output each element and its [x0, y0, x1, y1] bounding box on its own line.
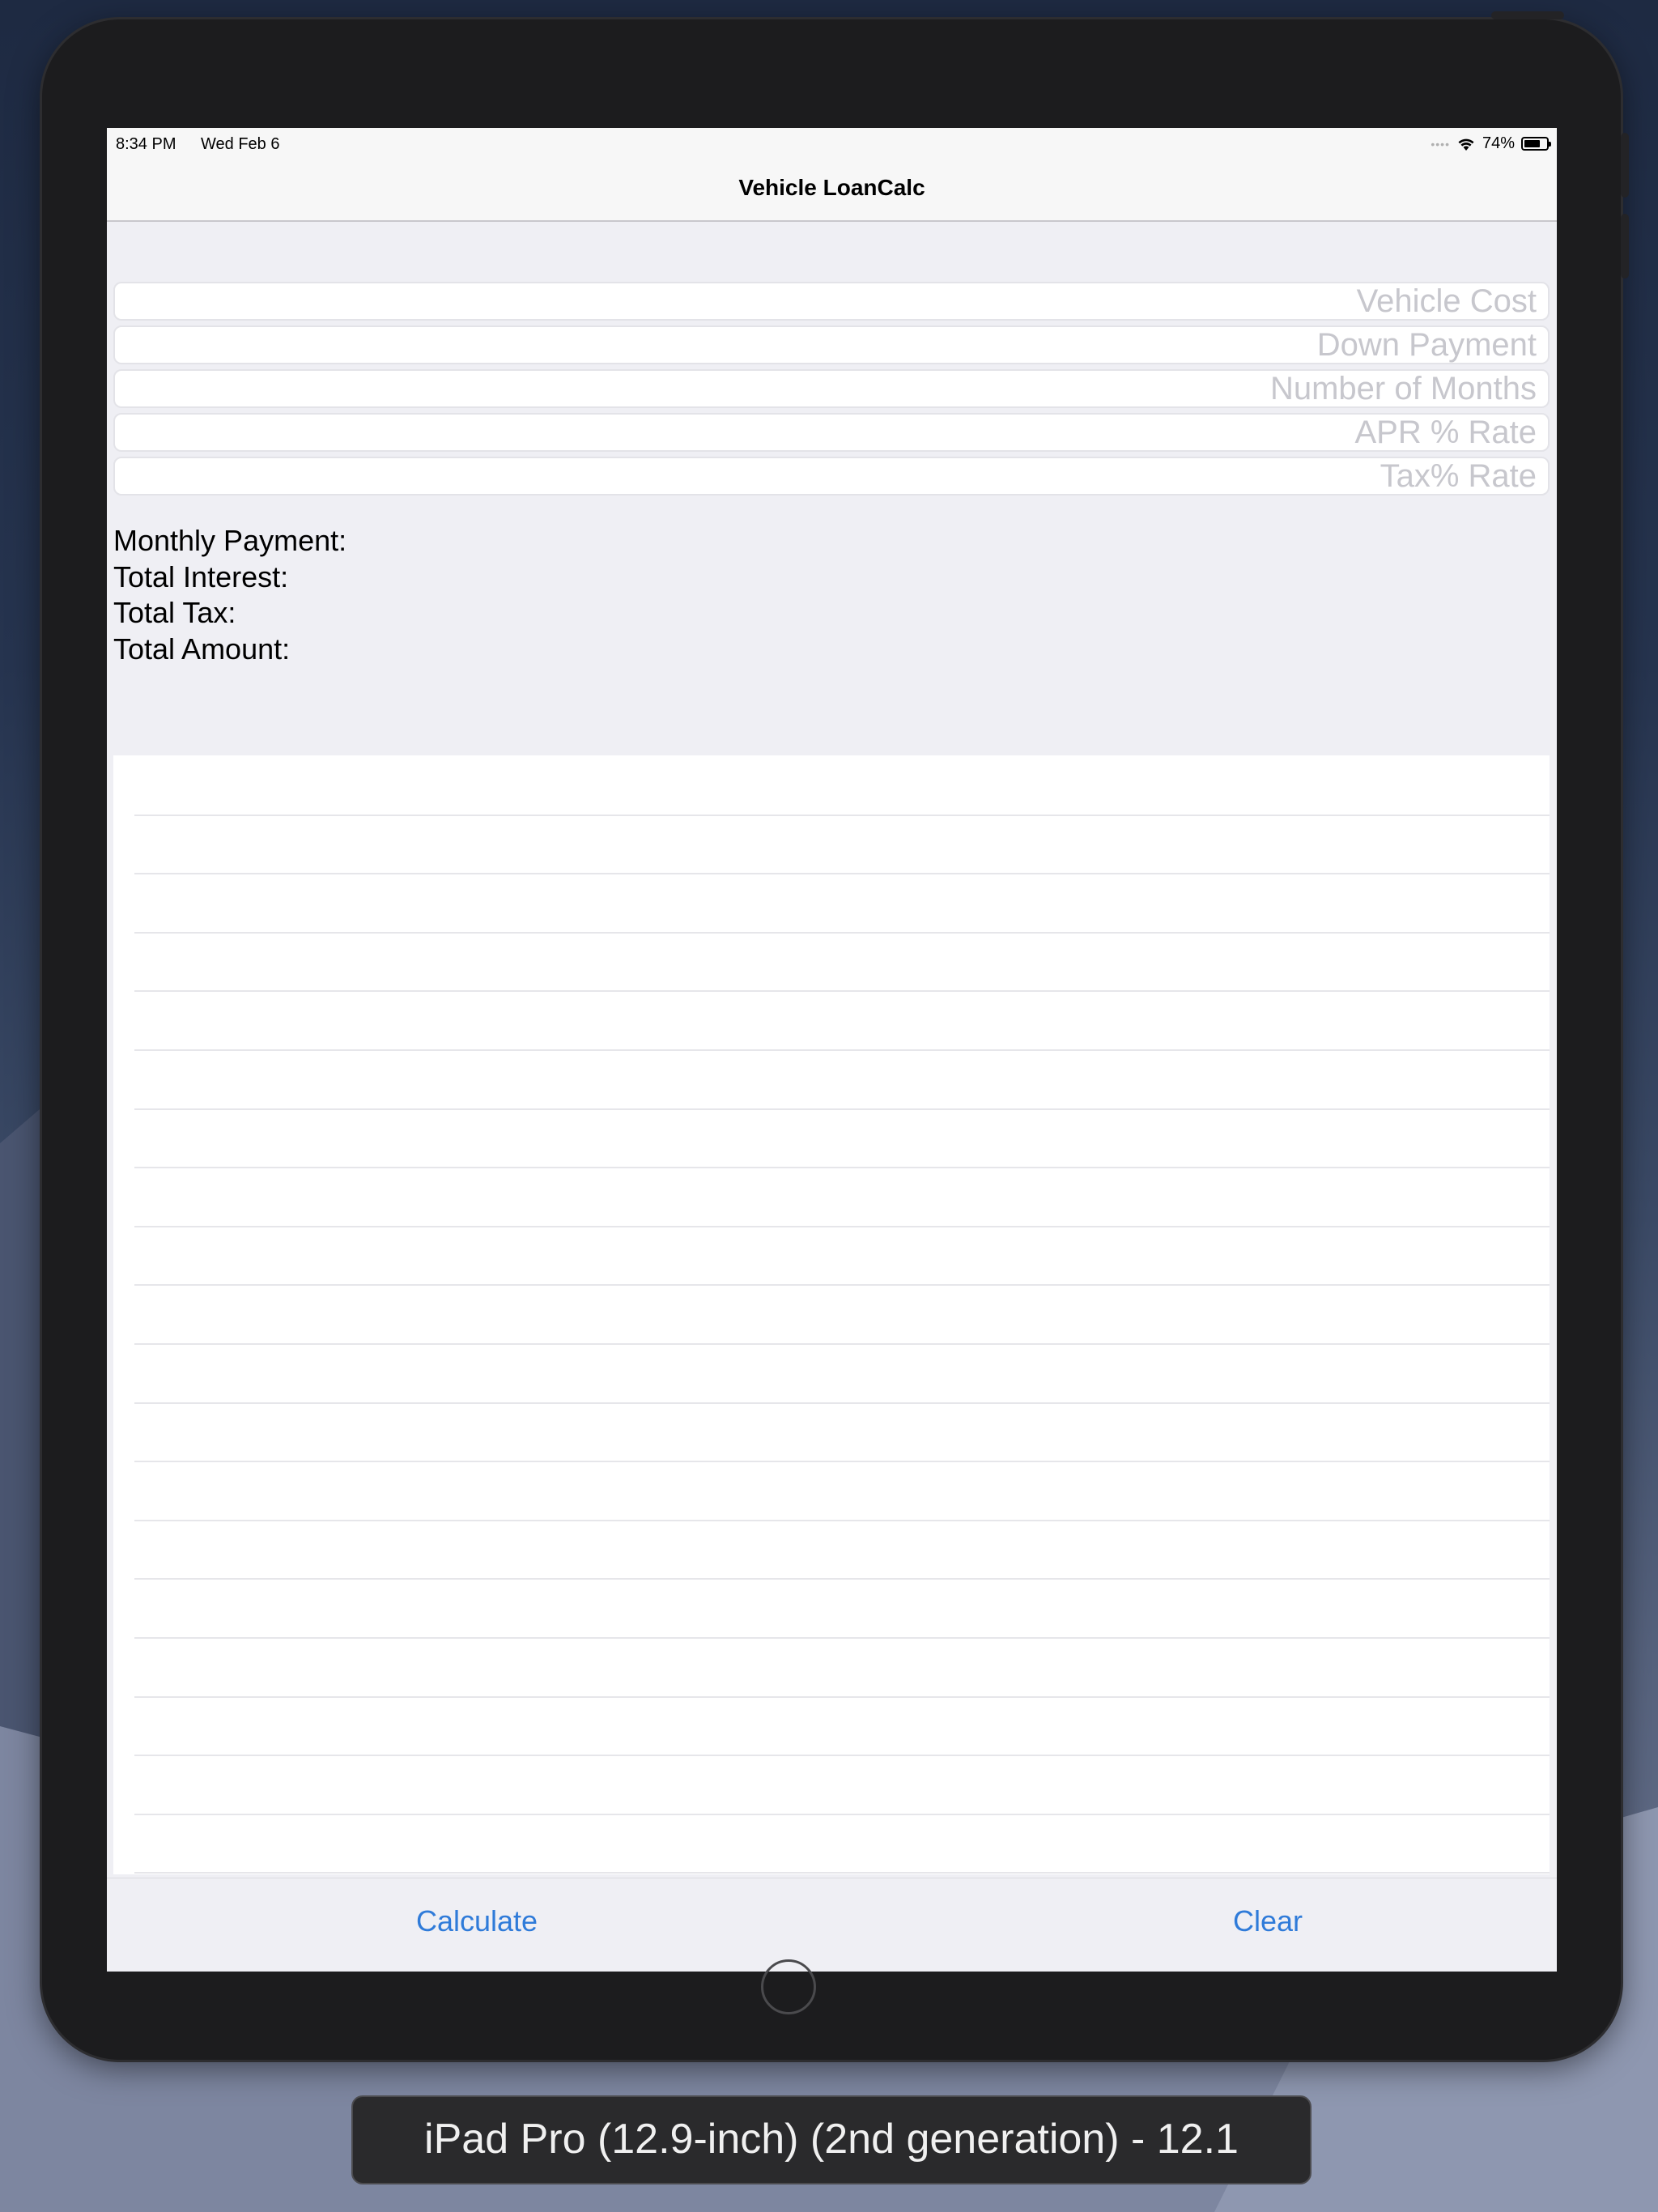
amortization-table[interactable] — [113, 755, 1550, 1874]
tax-rate-field[interactable] — [113, 457, 1550, 496]
table-row-separator — [134, 1284, 1550, 1287]
status-date: Wed Feb 6 — [201, 135, 280, 153]
table-row-separator — [134, 1225, 1550, 1227]
calculate-button[interactable]: Calculate — [416, 1904, 538, 1938]
navigation-bar: Vehicle LoanCalc — [107, 160, 1557, 222]
table-row-separator — [134, 814, 1550, 816]
total-amount-label: Total Amount: — [113, 632, 291, 666]
apr-rate-field[interactable] — [113, 413, 1550, 452]
volume-up-button — [1621, 133, 1629, 198]
table-row-separator — [134, 1872, 1550, 1874]
cellular-dots-icon: •••• — [1431, 137, 1450, 151]
table-row-separator — [134, 1049, 1550, 1051]
down-payment-field[interactable] — [113, 325, 1550, 364]
total-interest-label: Total Interest: — [113, 559, 289, 593]
status-bar: 8:34 PM Wed Feb 6 •••• 74% — [107, 128, 1557, 160]
table-row-separator — [134, 1402, 1550, 1404]
simulator-device-label: iPad Pro (12.9-inch) (2nd generation) - … — [351, 2095, 1312, 2184]
table-row-separator — [134, 1108, 1550, 1110]
table-row-separator — [134, 873, 1550, 875]
status-indicators: •••• 74% — [1431, 134, 1551, 153]
table-row-separator — [134, 1461, 1550, 1463]
table-row-separator — [134, 931, 1550, 934]
battery-icon — [1521, 137, 1551, 151]
table-row-separator — [134, 1167, 1550, 1169]
table-row-separator — [134, 990, 1550, 993]
number-of-months-field[interactable] — [113, 369, 1550, 408]
clear-button[interactable]: Clear — [1233, 1904, 1303, 1938]
total-tax-label: Total Tax: — [113, 596, 236, 629]
battery-percent: 74% — [1482, 134, 1515, 152]
wifi-icon — [1458, 138, 1474, 151]
app-screen: 8:34 PM Wed Feb 6 •••• 74% Vehicle LoanC… — [107, 128, 1557, 1972]
table-row-separator — [134, 1343, 1550, 1345]
status-time: 8:34 PM — [116, 135, 176, 153]
page-title: Vehicle LoanCalc — [738, 175, 925, 200]
battery-level-fill — [1524, 140, 1541, 147]
results-summary: Monthly Payment: Total Interest: Total T… — [113, 523, 346, 667]
ipad-device-frame: 8:34 PM Wed Feb 6 •••• 74% Vehicle LoanC… — [42, 11, 1629, 2060]
vehicle-cost-field[interactable] — [113, 282, 1550, 321]
table-row-separator — [134, 1695, 1550, 1698]
table-row-separator — [134, 1755, 1550, 1757]
loan-input-form — [113, 282, 1550, 500]
monthly-payment-label: Monthly Payment: — [113, 524, 347, 557]
home-button[interactable] — [761, 1959, 816, 2014]
power-button — [1491, 11, 1564, 19]
table-row-separator — [134, 1637, 1550, 1639]
table-row-separator — [134, 1813, 1550, 1815]
table-row-separator — [134, 1578, 1550, 1580]
bottom-toolbar: Calculate Clear — [107, 1878, 1557, 1972]
table-row-separator — [134, 1519, 1550, 1521]
volume-down-button — [1621, 214, 1629, 279]
